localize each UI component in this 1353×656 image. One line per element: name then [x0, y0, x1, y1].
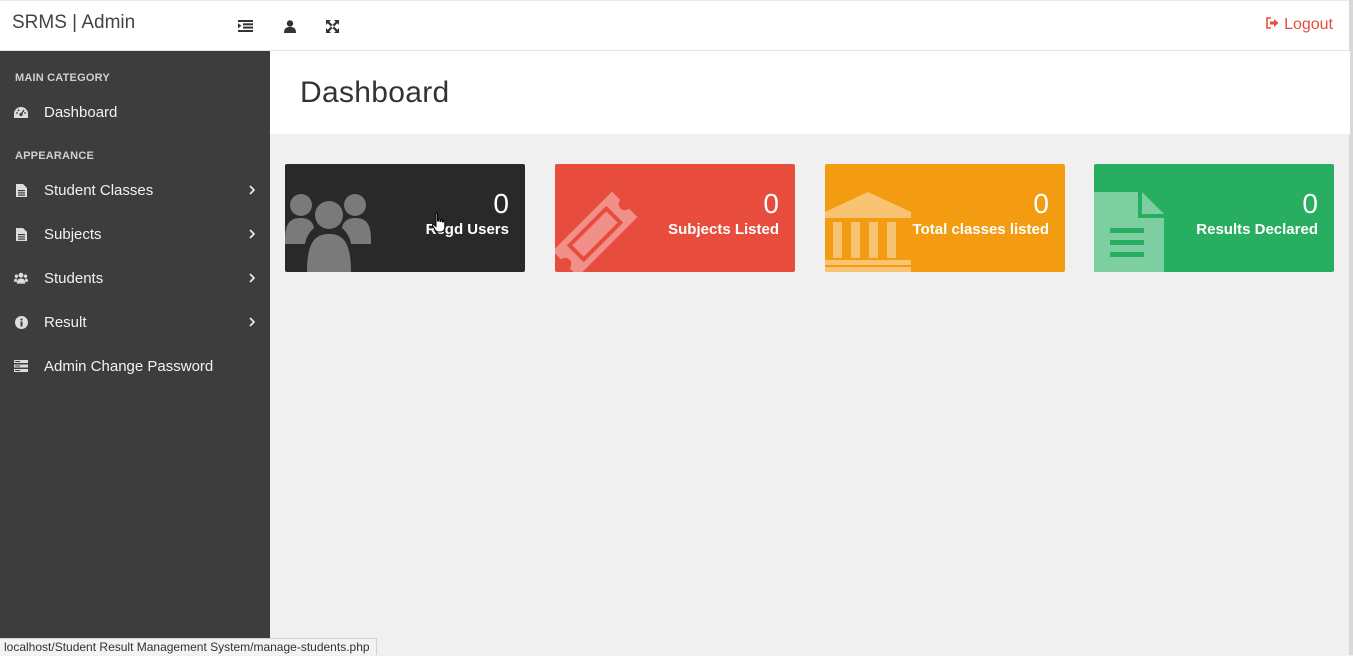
list-indent-icon[interactable]	[237, 18, 253, 34]
logout-label: Logout	[1284, 16, 1333, 33]
sidebar-item-subjects[interactable]: Subjects	[0, 216, 270, 252]
file-text-icon	[1094, 192, 1164, 272]
brand-logo[interactable]: SRMS | Admin	[12, 12, 135, 34]
stat-value: 0	[1302, 188, 1318, 219]
sidebar-item-label: Student Classes	[44, 181, 154, 199]
stat-value: 0	[763, 188, 779, 219]
browser-status-bar: localhost/Student Result Management Syst…	[0, 638, 377, 655]
sidebar-item-label: Admin Change Password	[44, 357, 214, 375]
sidebar-item-dashboard[interactable]: Dashboard	[0, 94, 270, 130]
hand-cursor-icon	[432, 212, 446, 233]
stat-card-regd-users[interactable]: 0 Regd Users	[285, 164, 525, 272]
sign-out-icon	[1266, 16, 1279, 34]
stat-label: Total classes listed	[912, 221, 1049, 238]
sidebar: MAIN CATEGORY Dashboard APPEARANCE Stude…	[0, 51, 270, 655]
logout-link[interactable]: Logout	[1266, 16, 1333, 34]
stat-card-subjects-listed[interactable]: 0 Subjects Listed	[555, 164, 795, 272]
chevron-right-icon	[249, 273, 256, 283]
stat-label: Results Declared	[1196, 221, 1318, 238]
ticket-icon	[555, 191, 638, 272]
sidebar-item-result[interactable]: Result	[0, 304, 270, 340]
sidebar-item-admin-change-password[interactable]: Admin Change Password	[0, 348, 270, 384]
chevron-right-icon	[249, 185, 256, 195]
chevron-right-icon	[249, 229, 256, 239]
file-icon	[14, 183, 28, 197]
bank-icon	[825, 192, 911, 272]
sidebar-item-students[interactable]: Students	[0, 260, 270, 296]
stat-value: 0	[493, 188, 509, 219]
info-icon	[14, 315, 28, 329]
page-header: Dashboard	[270, 51, 1350, 134]
sidebar-item-label: Subjects	[44, 225, 102, 243]
sidebar-category-appearance: APPEARANCE	[15, 150, 95, 162]
user-icon[interactable]	[282, 18, 298, 34]
page-title: Dashboard	[300, 76, 450, 109]
sidebar-category-main: MAIN CATEGORY	[15, 72, 110, 84]
dashboard-icon	[14, 105, 28, 119]
sidebar-item-label: Result	[44, 313, 87, 331]
chevron-right-icon	[249, 317, 256, 327]
top-navbar: SRMS | Admin Logout	[0, 0, 1353, 51]
sidebar-item-student-classes[interactable]: Student Classes	[0, 172, 270, 208]
file-icon	[14, 227, 28, 241]
users-icon	[14, 271, 28, 285]
stat-card-results-declared[interactable]: 0 Results Declared	[1094, 164, 1334, 272]
stat-card-total-classes[interactable]: 0 Total classes listed	[825, 164, 1065, 272]
sidebar-item-label: Dashboard	[44, 103, 118, 121]
sidebar-item-label: Students	[44, 269, 104, 287]
expand-icon[interactable]	[324, 18, 340, 34]
stat-label: Subjects Listed	[668, 221, 779, 238]
server-icon	[14, 359, 28, 373]
users-icon	[285, 194, 371, 272]
stat-value: 0	[1033, 188, 1049, 219]
